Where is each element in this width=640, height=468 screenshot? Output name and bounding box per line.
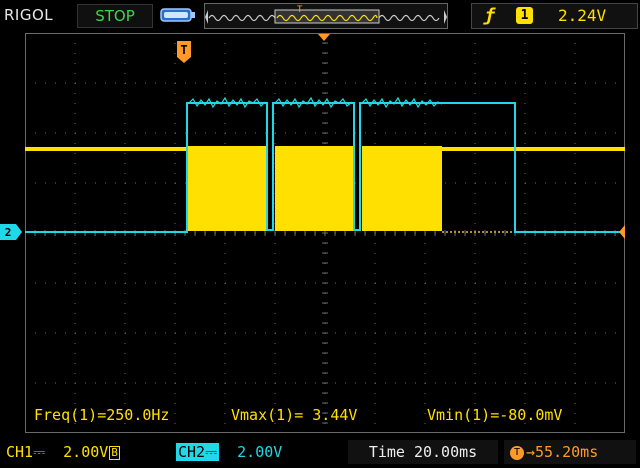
waveform-display[interactable]: T <box>25 33 625 433</box>
vmin-measurement: Vmin(1)=-80.0mV <box>427 406 563 424</box>
brand-logo: RIGOL <box>4 6 54 24</box>
ch1-settings[interactable]: CH1⎓ 2.00V B <box>6 440 120 464</box>
ch2-settings[interactable]: CH2⎓ 2.00V <box>176 440 282 464</box>
timebase-setting[interactable]: Time 20.00ms <box>348 440 498 464</box>
svg-text:T: T <box>297 5 303 15</box>
dc-coupling-icon: ⎓ <box>205 443 218 461</box>
bandwidth-limit-icon: B <box>109 445 120 460</box>
bottom-status-bar: CH1⎓ 2.00V B CH2⎓ 2.00V Time 20.00ms T →55… <box>0 436 640 468</box>
trigger-source-badge: 1 <box>516 7 533 24</box>
measurement-bar: Freq(1)=250.0Hz Vmax(1)= 3.44V Vmin(1)=-… <box>0 402 640 428</box>
trigger-offset-icon: T <box>510 445 524 460</box>
trigger-settings[interactable]: ƒ 1 2.24V <box>471 3 638 29</box>
memory-depth-indicator[interactable]: T <box>204 3 448 29</box>
vmax-measurement: Vmax(1)= 3.44V <box>231 406 358 424</box>
trigger-offset[interactable]: T →55.20ms <box>504 440 636 464</box>
freq-measurement: Freq(1)=250.0Hz <box>34 406 170 424</box>
top-status-bar: RIGOL STOP T ƒ 1 2.24V <box>0 0 640 32</box>
rising-edge-icon: ƒ <box>484 5 495 26</box>
dc-coupling-icon: ⎓ <box>33 443 46 461</box>
svg-text:2: 2 <box>5 226 12 239</box>
svg-text:T: T <box>180 43 187 57</box>
usb-storage-icon <box>160 8 195 22</box>
ch2-ground-marker[interactable]: 2 <box>0 224 24 240</box>
run-stop-status[interactable]: STOP <box>77 4 153 28</box>
trigger-level: 2.24V <box>558 6 607 25</box>
